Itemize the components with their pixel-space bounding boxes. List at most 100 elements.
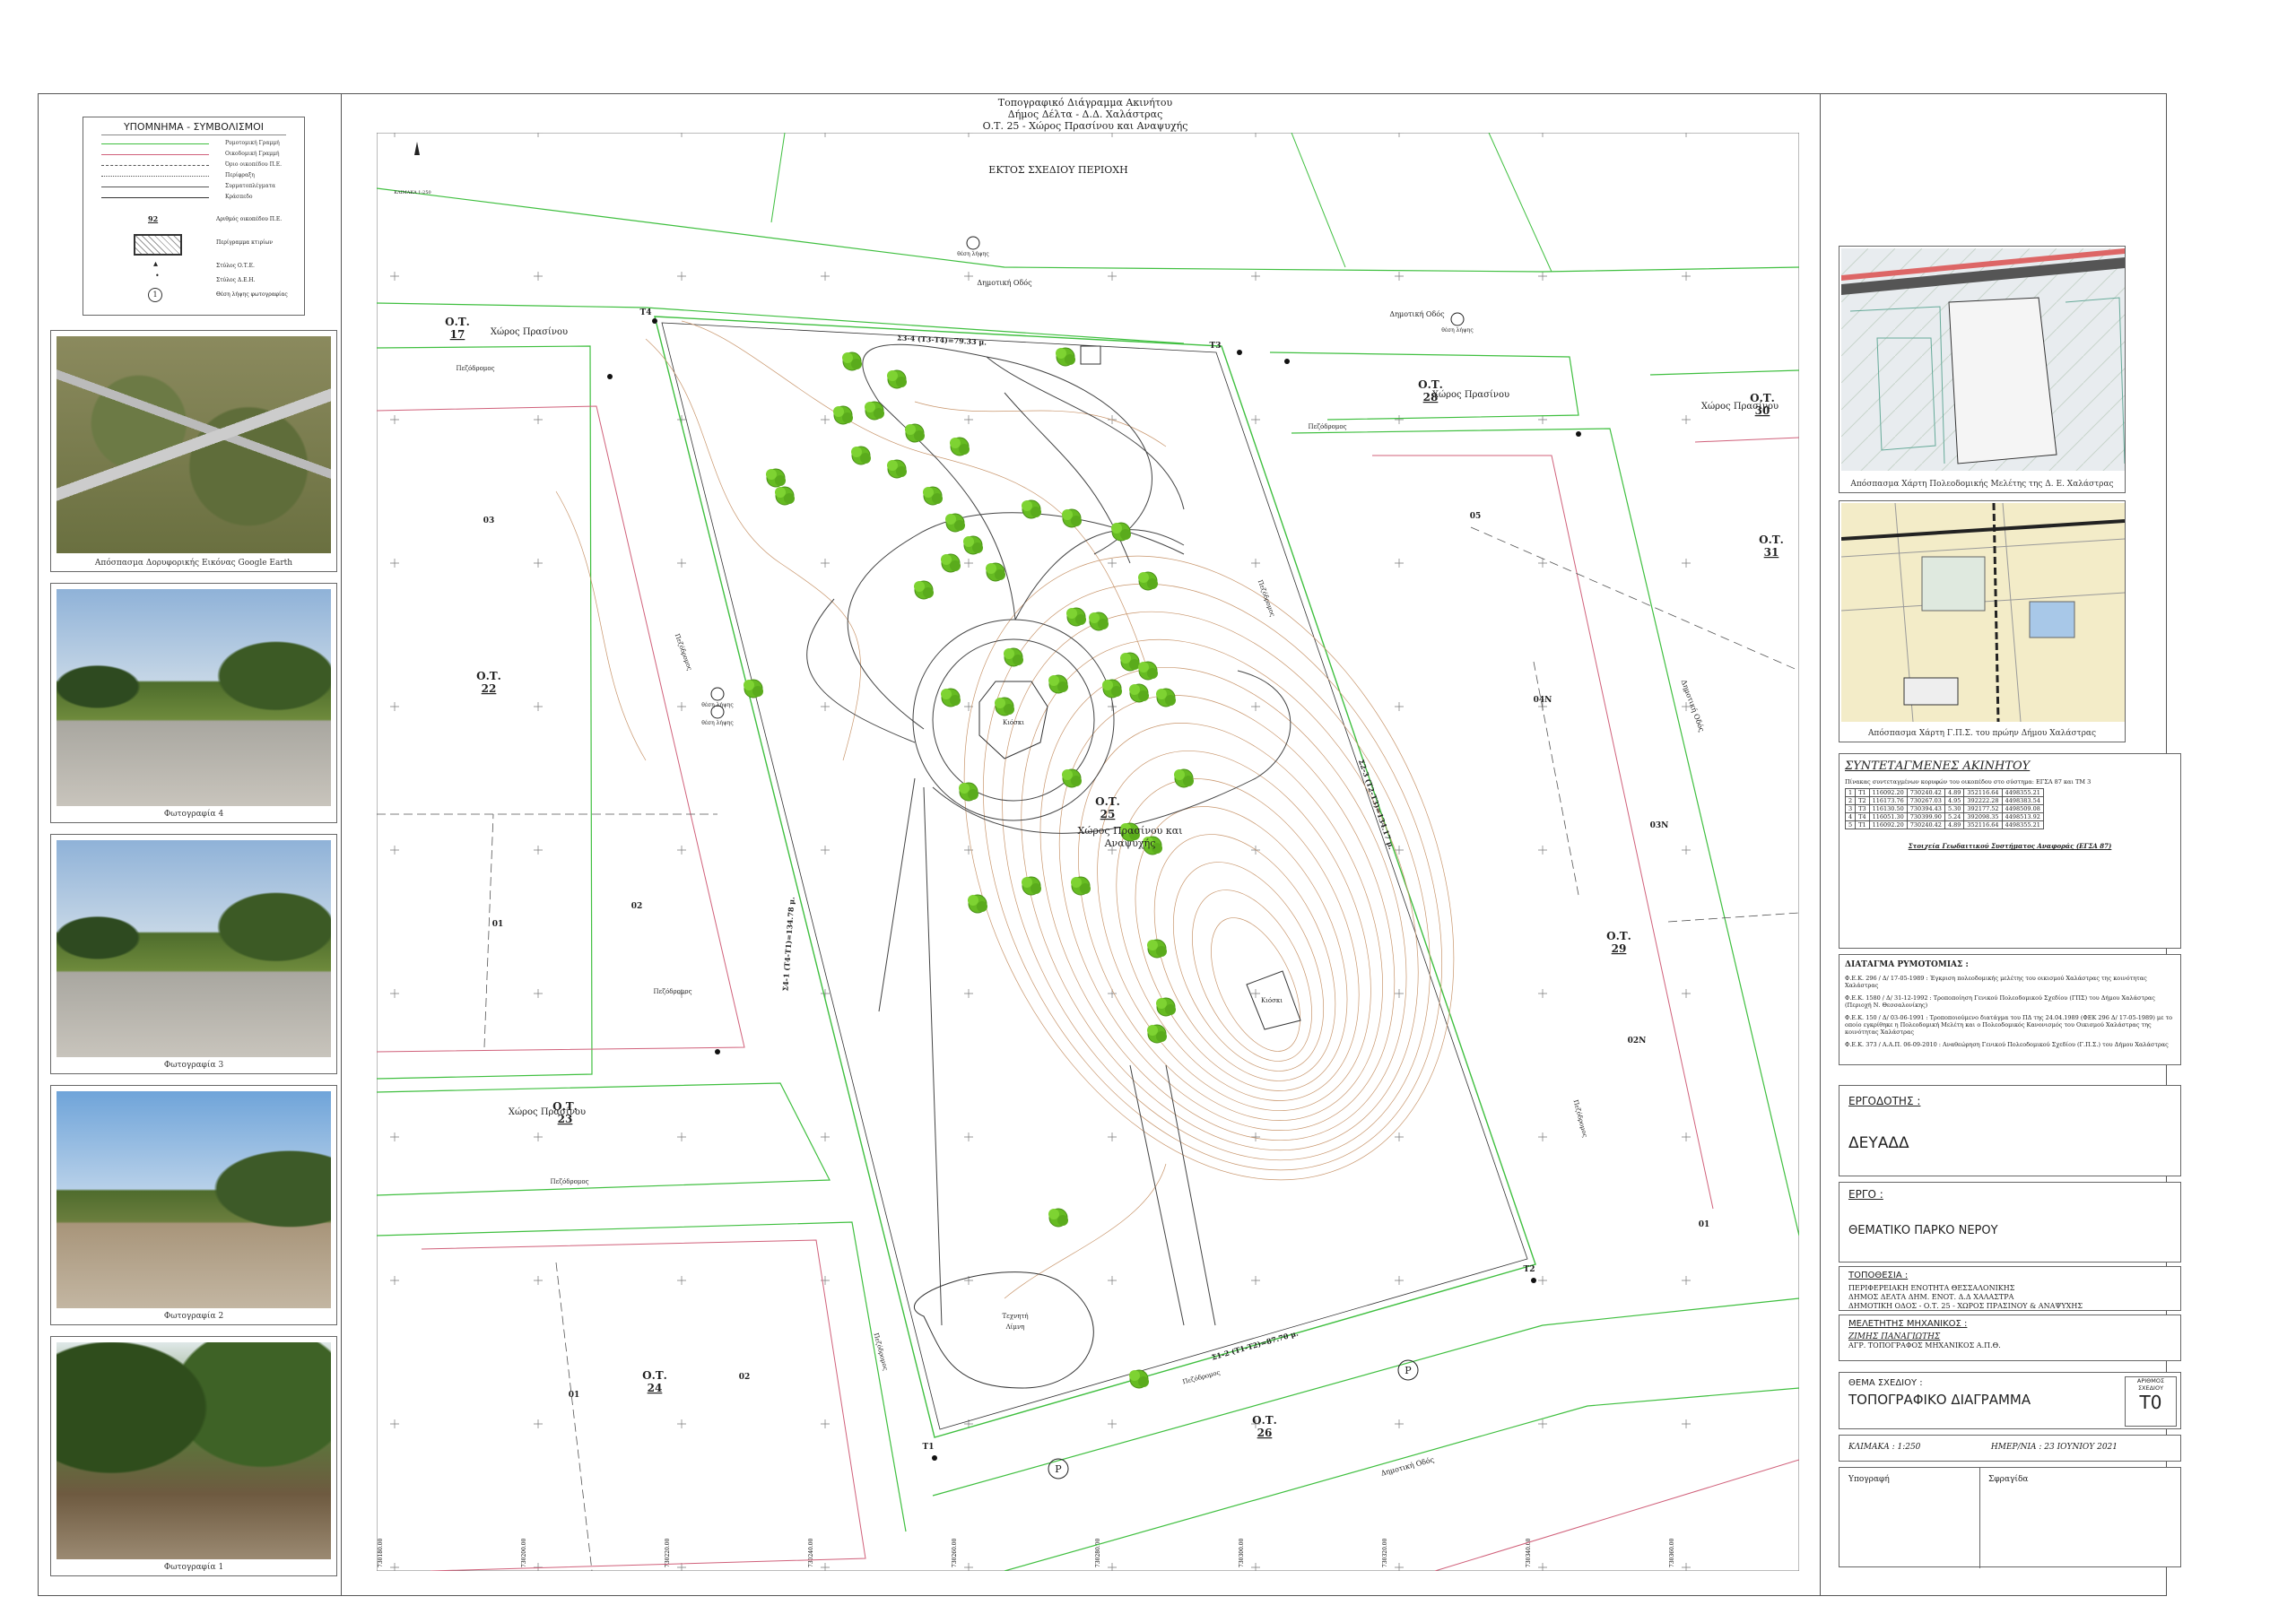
grid-cross bbox=[964, 415, 973, 424]
photo-spot-label: θέση λήψης bbox=[701, 720, 734, 726]
topographic-plan: 4498540.004498520.004498500.004498480.00… bbox=[377, 133, 1799, 1571]
tree-icon bbox=[1138, 661, 1158, 681]
contour-line bbox=[1192, 889, 1312, 1062]
table-cell: 116092.20 bbox=[1868, 788, 1908, 797]
location-label: ΤΟΠΟΘΕΣΙΑ : bbox=[1848, 1271, 1909, 1280]
pole-marker bbox=[932, 1455, 937, 1461]
grid-cross bbox=[821, 702, 830, 711]
grid-cross bbox=[677, 1276, 686, 1285]
lot-number: 01 bbox=[1699, 1220, 1710, 1229]
legend-item: Συρματοπλέγματα bbox=[92, 182, 295, 193]
legend-line-swatch bbox=[101, 154, 209, 155]
sidewalk-label: Πεζόδρομος bbox=[1309, 423, 1347, 430]
photo-caption: Φωτογραφία 4 bbox=[163, 810, 224, 819]
grid-cross bbox=[964, 1132, 973, 1141]
project-box: ΕΡΓΟ : ΘΕΜΑΤΙΚΟ ΠΑΡΚΟ ΝΕΡΟΥ bbox=[1839, 1182, 2181, 1263]
table-cell: 352116.64 bbox=[1963, 820, 2003, 829]
tree-icon bbox=[865, 401, 884, 421]
engineer-box: ΜΕΛΕΤΗΤΗΣ ΜΗΧΑΝΙΚΟΣ : ΖΙΜΗΣ ΠΑΝΑΓΙΩΤΗΣ Α… bbox=[1839, 1315, 2181, 1361]
artificial-lake bbox=[914, 1271, 1094, 1389]
street-label: Δημοτική Οδός bbox=[1680, 679, 1707, 733]
lake-label: Τεχνητή bbox=[1002, 1313, 1028, 1320]
header-line-1: Τοπογραφικό Διάγραμμα Ακινήτου bbox=[997, 97, 1173, 108]
grid-cross bbox=[1538, 1419, 1547, 1428]
decree-line: Φ.Ε.Κ. 150 / Δ/ 03-06-1991 : Τροποποιούμ… bbox=[1845, 1014, 2173, 1036]
location-line: ΠΕΡΙΦΕΡΕΙΑΚΗ ΕΝΟΤΗΤΑ ΘΕΣΣΑΛΟΝΙΚΗΣ bbox=[1848, 1284, 2015, 1292]
green-space-label: Χώρος Πρασίνου bbox=[1432, 390, 1509, 400]
location-box: ΤΟΠΟΘΕΣΙΑ : ΠΕΡΙΦΕΡΕΙΑΚΗ ΕΝΟΤΗΤΑ ΘΕΣΣΑΛΟ… bbox=[1839, 1266, 2181, 1311]
contour-line bbox=[1021, 638, 1419, 1151]
tree-icon bbox=[1111, 522, 1131, 542]
table-row: 5 Τ1 116092.20 730240.42 4.89 352116.64 449835… bbox=[1844, 820, 2044, 829]
legend-item-label: Κράσπεδο bbox=[225, 194, 253, 200]
grid-cross bbox=[534, 1132, 543, 1141]
x-tick-label: 730260.00 bbox=[952, 1538, 958, 1567]
theme-box: ΘΕΜΑ ΣΧΕΔΙΟΥ : ΤΟΠΟΓΡΑΦΙΚΟ ΔΙΑΓΡΑΜΜΑ ΑΡΙ… bbox=[1839, 1372, 2181, 1429]
grid-cross bbox=[1395, 1276, 1404, 1285]
street-label: Δημοτική Οδός bbox=[1380, 1455, 1436, 1478]
grid-cross bbox=[1538, 133, 1547, 137]
tree-icon bbox=[887, 369, 907, 389]
theme-name: ΤΟΠΟΓΡΑΦΙΚΟ ΔΙΑΓΡΑΜΜΑ bbox=[1848, 1392, 2031, 1408]
grid-cross bbox=[390, 1276, 399, 1285]
grid-cross bbox=[1108, 1276, 1117, 1285]
table-cell: 392098.35 bbox=[1963, 812, 2003, 821]
grid-cross bbox=[534, 1563, 543, 1571]
tree-icon bbox=[1120, 652, 1140, 672]
grid-cross bbox=[390, 133, 399, 137]
table-cell: Τ4 bbox=[1855, 812, 1870, 821]
lot-number: 02 bbox=[631, 902, 643, 911]
grid-cross bbox=[1682, 133, 1691, 137]
legend-ote-label: Στύλος Ο.Τ.Ε. bbox=[216, 263, 255, 269]
map-extract-1: Απόσπασμα Χάρτη Πολεοδομικής Μελέτης της… bbox=[1839, 246, 2126, 493]
photo-spot-icon bbox=[710, 687, 725, 701]
kiosk-label: Κιόσκι bbox=[1003, 719, 1024, 726]
grid-cross bbox=[1682, 1419, 1691, 1428]
grid-cross bbox=[1108, 559, 1117, 568]
grid-cross bbox=[1538, 272, 1547, 281]
grid-cross bbox=[1395, 559, 1404, 568]
block-number: 30 bbox=[1755, 404, 1770, 417]
location-line: ΔΗΜΟΤΙΚΗ ΟΔΟΣ - Ο.Τ. 25 - ΧΩΡΟΣ ΠΡΑΣΙΝΟΥ… bbox=[1848, 1302, 2083, 1310]
coordinates-panel: ΣΥΝΤΕΤΑΓΜΕΝΕΣ ΑΚΙΝΗΤΟΥ Πίνακας συντεταγμ… bbox=[1839, 753, 2181, 949]
table-cell: 2 bbox=[1844, 796, 1857, 805]
x-tick-label: 730180.00 bbox=[378, 1538, 384, 1567]
walkway bbox=[1129, 1064, 1216, 1326]
engineer-title: ΑΓΡ. ΤΟΠΟΓΡΑΦΟΣ ΜΗΧΑΝΙΚΟΣ Α.Π.Θ. bbox=[1848, 1341, 2001, 1349]
block-number: 29 bbox=[1612, 942, 1627, 955]
legend-lot-number: 92 bbox=[148, 214, 159, 223]
photo-panel: Φωτογραφία 4 bbox=[50, 583, 337, 823]
table-cell: 3 bbox=[1844, 804, 1857, 813]
tree-icon bbox=[1004, 647, 1023, 667]
grid-cross bbox=[677, 1419, 686, 1428]
grid-cross bbox=[1108, 272, 1117, 281]
grid-cross bbox=[677, 559, 686, 568]
sidewalk-label: Πεζόδρομος bbox=[1182, 1369, 1222, 1386]
grid-cross bbox=[1538, 559, 1547, 568]
grid-cross bbox=[534, 272, 543, 281]
sidewalk-label: Πεζόδρομος bbox=[457, 365, 495, 372]
tree-icon bbox=[941, 688, 961, 707]
tree-icon bbox=[842, 351, 862, 371]
grid-cross bbox=[390, 1563, 399, 1571]
park-label: Χώρος Πρασίνου και bbox=[1078, 825, 1183, 837]
side-length: Σ2-3 (Τ2-Τ3)=134.17 μ. bbox=[1357, 758, 1396, 850]
street-label: Δημοτική Οδός bbox=[1389, 310, 1445, 318]
geodetic-title: Στοιχεία Γεωδαιτικού Συστήματος Αναφοράς… bbox=[1908, 842, 2112, 850]
grid-cross bbox=[821, 133, 830, 137]
block-label: Ο.Τ. bbox=[552, 1100, 578, 1113]
pole-marker bbox=[1531, 1278, 1536, 1283]
side-length: Σ1-2 (Τ1-Τ2)=87.70 μ. bbox=[1211, 1328, 1300, 1361]
street-label: Δημοτική Οδός bbox=[977, 279, 1032, 287]
block-number: 17 bbox=[450, 328, 465, 341]
block-label: Ο.Τ. bbox=[1095, 795, 1120, 808]
lot-number: 02Ν bbox=[1628, 1037, 1647, 1046]
tree-icon bbox=[1062, 768, 1082, 788]
legend-building-outline-icon bbox=[134, 234, 182, 256]
coordinates-subtitle: Πίνακας συντεταγμένων κορυφών του οικοπέ… bbox=[1845, 778, 2092, 785]
tree-icon bbox=[905, 423, 925, 443]
park-label: Αναψυχής bbox=[1104, 837, 1156, 849]
lot-number: 01 bbox=[492, 920, 504, 929]
walkway bbox=[878, 777, 943, 1326]
tree-icon bbox=[1056, 347, 1075, 367]
